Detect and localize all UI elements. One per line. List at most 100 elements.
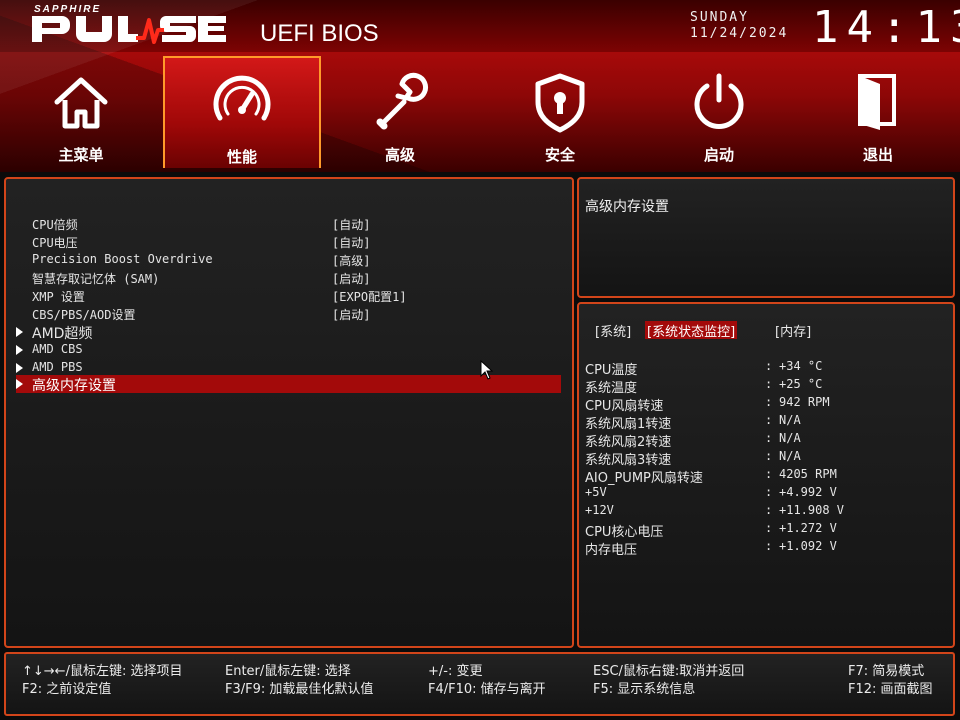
stat-name: +5V — [585, 485, 607, 499]
stat-separator: : — [765, 521, 773, 535]
stat-value: 4205 RPM — [779, 467, 837, 481]
tab-label: 启动 — [703, 146, 734, 164]
tab-system-monitor[interactable]: [系统状态监控] — [645, 321, 738, 340]
hint-change: +/-: 变更 — [428, 664, 483, 679]
menu-item-cpu-multiplier[interactable]: CPU倍频 [自动] — [16, 215, 561, 233]
speedometer-icon — [213, 75, 271, 121]
stat-separator: : — [765, 413, 773, 427]
stat-value: +1.092 V — [779, 539, 837, 553]
stat-name: 内存电压 — [585, 543, 638, 558]
menu-item-label: CBS/PBS/AOD设置 — [32, 308, 136, 322]
bios-title: UEFI BIOS — [260, 20, 379, 47]
hint-save-exit: F4/F10: 储存与离开 — [428, 682, 546, 697]
day-of-week: SUNDAY — [690, 10, 749, 25]
stat-separator: : — [765, 503, 773, 517]
menu-item-value: [EXPO配置1] — [332, 290, 407, 304]
menu-item-xmp[interactable]: XMP 设置 [EXPO配置1] — [16, 287, 561, 305]
menu-item-label: CPU倍频 — [32, 218, 78, 232]
stat-row: 系统温度 : +25 °C — [585, 376, 945, 396]
menu-item-cbs-pbs-aod[interactable]: CBS/PBS/AOD设置 [启动] — [16, 305, 561, 323]
tab-label: 主菜单 — [58, 146, 104, 164]
wrench-icon — [376, 72, 429, 130]
stat-row: 系统风扇2转速 : N/A — [585, 430, 945, 450]
menu-item-label: AMD CBS — [32, 342, 83, 356]
stat-value: +25 °C — [779, 377, 823, 391]
stat-value: +1.272 V — [779, 521, 837, 535]
menu-item-sam[interactable]: 智慧存取记忆体 (SAM) [启动] — [16, 269, 561, 287]
menu-item-value: [启动] — [332, 272, 371, 286]
stat-separator: : — [765, 467, 773, 481]
hint-load-defaults: F3/F9: 加载最佳化默认值 — [225, 682, 374, 697]
stat-row: +5V : +4.992 V — [585, 484, 945, 502]
menu-item-value: [自动] — [332, 236, 371, 250]
system-status-panel: [系统] [系统状态监控] [内存] CPU温度 : +34 °C 系统温度 :… — [577, 302, 955, 648]
tab-label: 安全 — [544, 146, 575, 164]
stat-separator: : — [765, 485, 773, 499]
stat-row: +12V : +11.908 V — [585, 502, 945, 520]
menu-item-label: 智慧存取记忆体 (SAM) — [32, 272, 160, 286]
stat-value: +11.908 V — [779, 503, 845, 517]
stat-value: +34 °C — [779, 359, 823, 373]
stat-name: +12V — [585, 503, 614, 517]
menu-item-label: 高级内存设置 — [32, 378, 116, 394]
tab-main-menu[interactable]: 主菜单 — [2, 56, 160, 168]
hint-screenshot: F12: 画面截图 — [848, 682, 933, 697]
tab-security[interactable]: 安全 — [481, 56, 639, 168]
mouse-pointer-icon — [480, 360, 494, 380]
stat-separator: : — [765, 431, 773, 445]
current-date: 11/24/2024 — [690, 26, 789, 41]
tab-system[interactable]: [系统] — [593, 321, 633, 340]
stat-value: 942 RPM — [779, 395, 830, 409]
hint-select: Enter/鼠标左键: 选择 — [225, 664, 351, 679]
hint-navigate: ↑↓→←/鼠标左键: 选择项目 — [22, 664, 183, 679]
submenu-arrow-icon — [16, 345, 23, 355]
menu-item-label: AMD超频 — [32, 326, 93, 342]
exit-door-icon — [858, 74, 896, 130]
pulse-logo — [32, 16, 226, 44]
stat-separator: : — [765, 449, 773, 463]
shield-lock-icon — [535, 73, 585, 133]
clock: 14:13 — [812, 2, 960, 53]
menu-item-pbo[interactable]: Precision Boost Overdrive [高级] — [16, 251, 561, 269]
hint-cancel: ESC/鼠标右键:取消并返回 — [593, 664, 745, 679]
submenu-arrow-icon — [16, 363, 23, 373]
stat-value: N/A — [779, 449, 801, 463]
stat-row: AIO_PUMP风扇转速 : 4205 RPM — [585, 466, 945, 486]
menu-item-label: Precision Boost Overdrive — [32, 252, 213, 266]
stat-value: N/A — [779, 413, 801, 427]
menu-item-label: AMD PBS — [32, 360, 83, 374]
stat-row: CPU风扇转速 : 942 RPM — [585, 394, 945, 414]
tab-performance[interactable]: 性能 — [163, 56, 321, 168]
help-panel: 高级内存设置 — [577, 177, 955, 298]
menu-item-value: [高级] — [332, 254, 371, 268]
menu-item-amd-cbs[interactable]: AMD CBS — [16, 341, 561, 359]
stat-row: 系统风扇3转速 : N/A — [585, 448, 945, 468]
hint-system-info: F5: 显示系统信息 — [593, 682, 696, 697]
menu-item-cpu-voltage[interactable]: CPU电压 [自动] — [16, 233, 561, 251]
help-description: 高级内存设置 — [585, 199, 669, 215]
submenu-arrow-icon — [16, 379, 23, 389]
stat-row: 系统风扇1转速 : N/A — [585, 412, 945, 432]
stat-value: +4.992 V — [779, 485, 837, 499]
menu-item-value: [启动] — [332, 308, 371, 322]
stat-row: 内存电压 : +1.092 V — [585, 538, 945, 558]
header-bar: SAPPHIRE UEFI BIOS SUNDAY 11/24/2024 14:… — [0, 0, 960, 172]
stat-value: N/A — [779, 431, 801, 445]
menu-item-label: XMP 设置 — [32, 290, 85, 304]
home-icon — [54, 77, 108, 129]
tab-label: 高级 — [384, 146, 415, 164]
submenu-arrow-icon — [16, 327, 23, 337]
menu-item-amd-overclock[interactable]: AMD超频 — [16, 323, 561, 342]
power-icon — [694, 73, 744, 129]
menu-item-label: CPU电压 — [32, 236, 78, 250]
stat-row: CPU核心电压 : +1.272 V — [585, 520, 945, 540]
tab-label: 退出 — [862, 146, 893, 164]
hint-easy-mode: F7: 简易模式 — [848, 664, 925, 679]
tab-advanced[interactable]: 高级 — [321, 56, 479, 168]
hint-previous-values: F2: 之前设定值 — [22, 682, 112, 697]
settings-menu-panel: CPU倍频 [自动] CPU电压 [自动] Precision Boost Ov… — [4, 177, 574, 648]
tab-exit[interactable]: 退出 — [799, 56, 957, 168]
menu-item-value: [自动] — [332, 218, 371, 232]
tab-memory[interactable]: [内存] — [773, 321, 813, 340]
tab-boot[interactable]: 启动 — [640, 56, 798, 168]
